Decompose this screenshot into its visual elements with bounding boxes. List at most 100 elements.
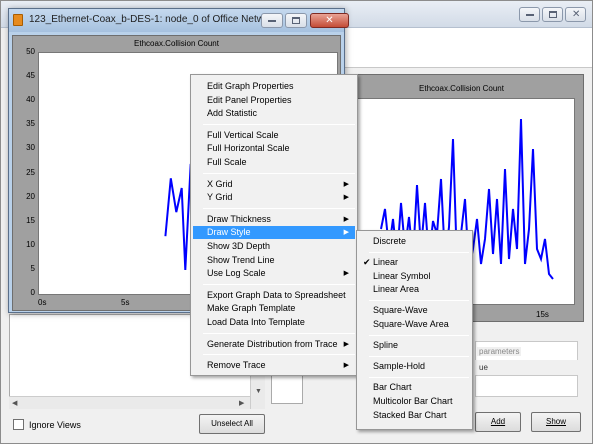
- y-tick-10: 10: [26, 239, 35, 249]
- menu-item-draw-style[interactable]: Draw Style ▶: [193, 226, 355, 240]
- submenu-separator: [369, 334, 469, 336]
- menu-item-label: Export Graph Data to Spreadsheet: [207, 289, 346, 300]
- draw-style-linear[interactable]: ✔ Linear: [359, 256, 471, 269]
- background-window-controls: ✕: [517, 7, 586, 22]
- menu-separator: [203, 332, 355, 334]
- y-tick-0: 0: [30, 288, 35, 297]
- y-tick-25: 25: [26, 167, 35, 177]
- draw-style-square-wave-area[interactable]: Square-Wave Area: [359, 318, 471, 331]
- parameters-column-header: ue: [475, 360, 578, 376]
- graph-close-button[interactable]: ✕: [310, 13, 349, 28]
- menu-item-label: Show 3D Depth: [207, 241, 271, 251]
- close-icon: ✕: [325, 15, 334, 26]
- submenu-separator: [369, 251, 469, 253]
- maximize-button[interactable]: [542, 7, 563, 22]
- menu-item-remove-trace[interactable]: Remove Trace ▶: [193, 359, 355, 372]
- scroll-left-icon[interactable]: ◀: [12, 399, 17, 407]
- draw-style-linear-symbol[interactable]: Linear Symbol: [359, 270, 471, 283]
- draw-style-multicolor-bar-chart[interactable]: Multicolor Bar Chart: [359, 395, 471, 408]
- menu-separator: [203, 283, 355, 285]
- menu-item-full-scale[interactable]: Full Scale: [193, 156, 355, 169]
- menu-item-label: Draw Thickness: [207, 213, 271, 224]
- x-tick-5s: 5s: [121, 298, 130, 307]
- menu-item-label: Make Graph Template: [207, 303, 296, 314]
- add-button-label: Add: [490, 417, 506, 426]
- menu-item-x-grid[interactable]: X Grid ▶: [193, 178, 355, 191]
- menu-item-show-trend-line[interactable]: Show Trend Line: [193, 254, 355, 267]
- draw-style-label: Square-Wave Area: [373, 319, 449, 329]
- draw-style-label: Stacked Bar Chart: [373, 409, 447, 420]
- parameters-legend: parameters: [477, 347, 522, 356]
- menu-item-make-graph-template[interactable]: Make Graph Template: [193, 302, 355, 315]
- y-tick-35: 35: [26, 119, 35, 129]
- submenu-separator: [369, 299, 469, 301]
- draw-style-discrete[interactable]: Discrete: [359, 235, 471, 248]
- draw-style-label: Multicolor Bar Chart: [373, 395, 453, 406]
- draw-style-spline[interactable]: Spline: [359, 339, 471, 352]
- menu-item-label: Remove Trace: [207, 360, 266, 371]
- menu-item-load-data-into-template[interactable]: Load Data Into Template: [193, 316, 355, 329]
- draw-style-submenu: Discrete ✔ Linear Linear Symbol Linear Area S…: [356, 230, 473, 430]
- menu-item-full-horizontal-scale[interactable]: Full Horizontal Scale: [193, 142, 355, 155]
- draw-style-bar-chart[interactable]: Bar Chart: [359, 381, 471, 394]
- graph-title: Ethcoax.Collision Count: [134, 39, 219, 48]
- ignore-views-label: Ignore Views: [29, 419, 81, 430]
- add-button[interactable]: Add: [475, 412, 521, 432]
- menu-separator: [203, 354, 355, 356]
- menu-item-edit-graph-properties[interactable]: Edit Graph Properties: [193, 80, 355, 93]
- close-button[interactable]: ✕: [565, 7, 586, 22]
- menu-item-edit-panel-properties[interactable]: Edit Panel Properties: [193, 94, 355, 107]
- unselect-all-button[interactable]: Unselect All: [199, 414, 265, 434]
- draw-style-stacked-bar-chart[interactable]: Stacked Bar Chart: [359, 409, 471, 422]
- menu-item-label: Generate Distribution from Trace: [207, 338, 338, 349]
- draw-style-label: Linear Area: [373, 284, 420, 295]
- y-tick-45: 45: [26, 71, 35, 81]
- menu-item-y-grid[interactable]: Y Grid ▶: [193, 191, 355, 204]
- menu-item-export-graph-data-to-spreadsheet[interactable]: Export Graph Data to Spreadsheet: [193, 289, 355, 302]
- menu-item-label: Full Vertical Scale: [207, 129, 279, 140]
- minimize-button[interactable]: [519, 7, 540, 22]
- draw-style-label: Linear: [373, 257, 399, 268]
- draw-style-label: Linear Symbol: [373, 270, 431, 281]
- ignore-views-checkbox-row[interactable]: Ignore Views: [13, 419, 81, 430]
- menu-item-label: Y Grid: [207, 192, 233, 203]
- checkmark-icon: ✔: [363, 257, 371, 268]
- menu-item-generate-distribution-from-trace[interactable]: Generate Distribution from Trace ▶: [193, 338, 355, 351]
- y-tick-50: 50: [26, 47, 35, 56]
- menu-item-show-3d-depth[interactable]: Show 3D Depth: [193, 240, 355, 253]
- ignore-views-checkbox[interactable]: [13, 419, 24, 430]
- menu-item-full-vertical-scale[interactable]: Full Vertical Scale: [193, 129, 355, 142]
- draw-style-square-wave[interactable]: Square-Wave: [359, 304, 471, 317]
- draw-style-label: Discrete: [373, 236, 407, 246]
- submenu-arrow-icon: ▶: [343, 362, 349, 370]
- submenu-arrow-icon: ▶: [343, 270, 349, 278]
- graph-maximize-button[interactable]: [285, 13, 307, 28]
- horizontal-scrollbar[interactable]: ◀ ▶: [9, 396, 250, 409]
- show-button[interactable]: Show: [531, 412, 581, 432]
- background-toolbar-area: [313, 28, 592, 68]
- submenu-arrow-icon: ▶: [343, 215, 349, 223]
- y-tick-5: 5: [30, 263, 35, 273]
- maximize-icon: [292, 17, 300, 24]
- draw-style-label: Sample-Hold: [373, 361, 426, 372]
- y-tick-20: 20: [26, 191, 35, 201]
- draw-style-sample-hold[interactable]: Sample-Hold: [359, 360, 471, 373]
- submenu-arrow-icon: ▶: [343, 180, 349, 188]
- menu-item-label: Full Scale: [207, 157, 247, 167]
- menu-item-label: Show Trend Line: [207, 254, 275, 265]
- menu-item-add-statistic[interactable]: Add Statistic: [193, 107, 355, 120]
- menu-separator: [203, 207, 355, 209]
- scroll-down-icon[interactable]: ▼: [255, 388, 262, 395]
- scroll-right-icon[interactable]: ▶: [239, 399, 244, 407]
- menu-item-label: Edit Panel Properties: [207, 94, 292, 105]
- graph-window-titlebar[interactable]: 123_Ethernet-Coax_b-DES-1: node_0 of Off…: [9, 9, 349, 32]
- graph-minimize-button[interactable]: [261, 13, 283, 28]
- maximize-icon: [549, 11, 557, 18]
- submenu-separator: [369, 376, 469, 378]
- menu-item-use-log-scale[interactable]: Use Log Scale ▶: [193, 267, 355, 280]
- draw-style-label: Square-Wave: [373, 305, 428, 316]
- menu-item-draw-thickness[interactable]: Draw Thickness ▶: [193, 213, 355, 226]
- draw-style-label: Bar Chart: [373, 382, 412, 393]
- draw-style-linear-area[interactable]: Linear Area: [359, 283, 471, 296]
- submenu-separator: [369, 355, 469, 357]
